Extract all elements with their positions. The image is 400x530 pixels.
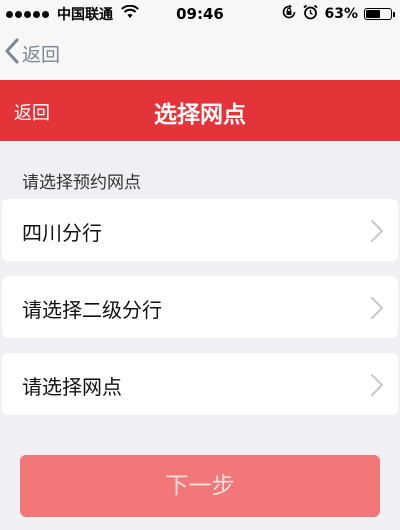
browser-nav-bar: 返回 bbox=[0, 28, 400, 80]
battery-icon bbox=[364, 8, 395, 20]
status-bar: 中国联通 09:46 63% bbox=[0, 0, 400, 28]
battery-percent: 63% bbox=[324, 6, 358, 22]
browser-back-button[interactable]: 返回 bbox=[4, 38, 60, 69]
browser-back-label: 返回 bbox=[22, 44, 61, 66]
chevron-right-icon bbox=[370, 219, 384, 247]
chevron-left-icon bbox=[4, 38, 22, 69]
alarm-icon bbox=[303, 4, 319, 24]
chevron-right-icon bbox=[370, 373, 384, 401]
chevron-right-icon bbox=[370, 296, 384, 324]
app-header: 返回 选择网点 bbox=[0, 80, 400, 141]
outlet-select-row[interactable]: 请选择网点 bbox=[2, 353, 398, 415]
outlet-select-label: 请选择网点 bbox=[22, 375, 122, 399]
status-bar-right: 63% bbox=[275, 4, 395, 24]
sub-branch-select-row[interactable]: 请选择二级分行 bbox=[2, 276, 398, 338]
branch-select-label: 四川分行 bbox=[22, 221, 102, 245]
next-step-button[interactable]: 下一步 bbox=[20, 455, 380, 517]
branch-select-row[interactable]: 四川分行 bbox=[2, 199, 398, 261]
sub-branch-select-label: 请选择二级分行 bbox=[22, 298, 162, 322]
rotation-lock-icon bbox=[281, 4, 297, 24]
section-label: 请选择预约网点 bbox=[22, 173, 141, 193]
page-title: 选择网点 bbox=[154, 102, 246, 128]
